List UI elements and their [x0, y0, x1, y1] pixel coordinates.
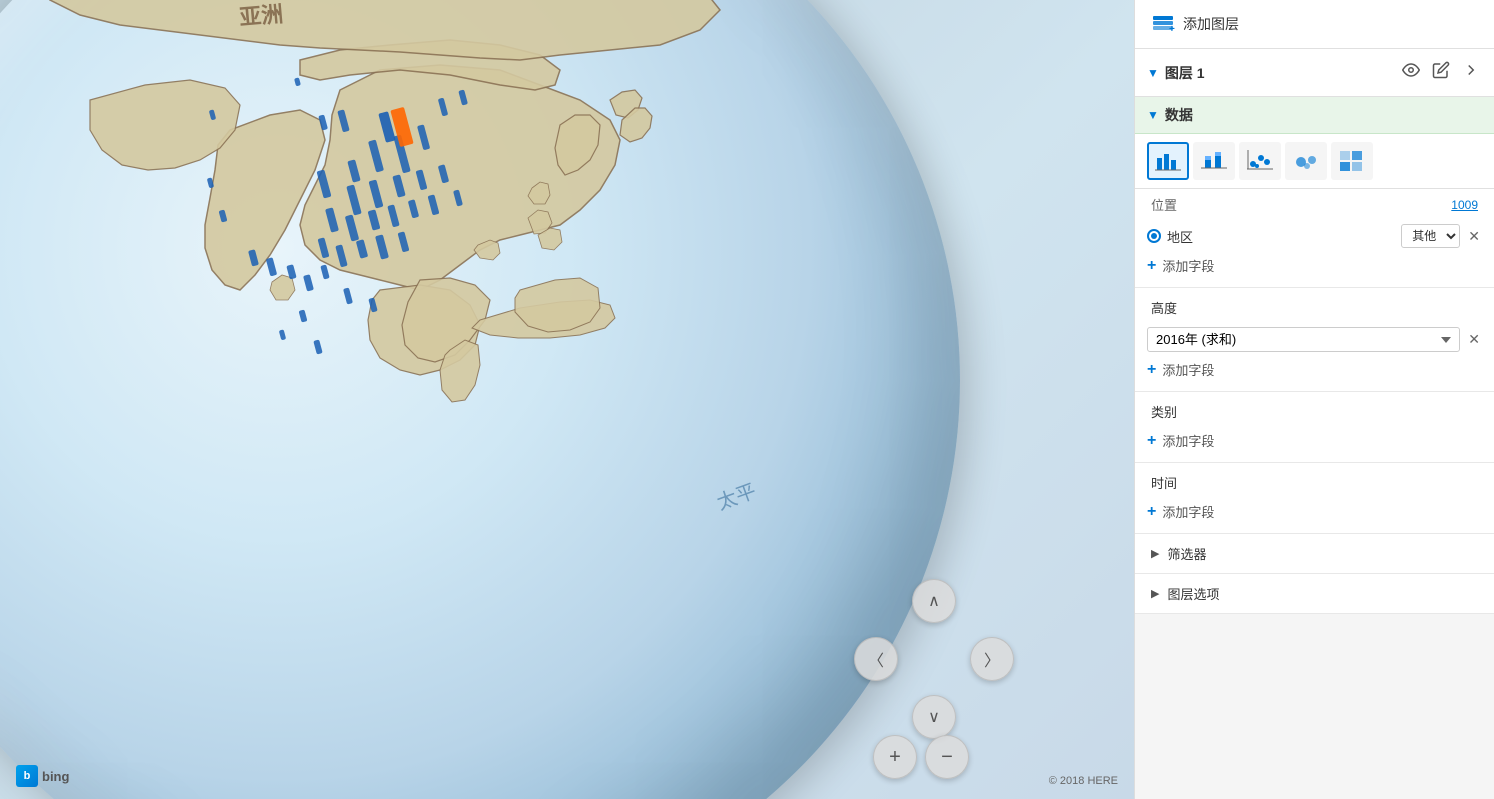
- nav-ring: ∧ 〈 〉 ∨: [854, 579, 1014, 739]
- nav-controls: ∧ 〈 〉 ∨: [854, 579, 1014, 739]
- add-layer-button[interactable]: + 添加图层: [1135, 0, 1494, 49]
- layer-options-label: 图层选项: [1167, 584, 1219, 603]
- add-position-field-button[interactable]: + 添加字段: [1135, 252, 1494, 279]
- position-field-row: 地区 其他 ✕: [1135, 220, 1494, 252]
- zoom-in-button[interactable]: +: [873, 735, 917, 779]
- add-height-plus-icon: +: [1147, 361, 1156, 379]
- time-section: 时间 + 添加字段: [1135, 463, 1494, 534]
- add-category-field-button[interactable]: + 添加字段: [1135, 427, 1494, 454]
- height-field-row: 2016年 (求和) ✕: [1135, 323, 1494, 356]
- position-field-dropdown[interactable]: 其他: [1401, 224, 1460, 248]
- position-label: 位置: [1151, 195, 1177, 214]
- height-section: 高度 2016年 (求和) ✕ + 添加字段: [1135, 288, 1494, 392]
- chart-type-bar: [1135, 134, 1494, 189]
- add-position-field-label: 添加字段: [1162, 256, 1214, 275]
- add-height-field-label: 添加字段: [1162, 360, 1214, 379]
- chart-type-scatter[interactable]: [1239, 142, 1281, 180]
- height-label: 高度: [1135, 288, 1494, 323]
- layer-1-header: ▼ 图层 1: [1135, 49, 1494, 97]
- copyright-text: © 2018 HERE: [1049, 775, 1118, 787]
- bing-label: bing: [42, 769, 69, 784]
- svg-text:太平: 太平: [714, 479, 759, 514]
- add-category-plus-icon: +: [1147, 432, 1156, 450]
- svg-text:亚洲: 亚洲: [238, 1, 284, 30]
- category-label: 类别: [1135, 392, 1494, 427]
- layer-options-arrow: ▶: [1151, 587, 1159, 600]
- data-section: ▼ 数据: [1135, 97, 1494, 134]
- layer-edit-icon[interactable]: [1430, 59, 1452, 86]
- bing-logo: b bing: [16, 765, 69, 787]
- category-section: 类别 + 添加字段: [1135, 392, 1494, 463]
- chart-type-bubble[interactable]: [1285, 142, 1327, 180]
- filter-label: 筛选器: [1167, 544, 1206, 563]
- position-field-name: 地区: [1167, 227, 1395, 246]
- right-panel: + 添加图层 ▼ 图层 1: [1134, 0, 1494, 799]
- chart-type-heatmap[interactable]: [1331, 142, 1373, 180]
- add-category-field-label: 添加字段: [1162, 431, 1214, 450]
- svg-text:+: +: [1169, 24, 1175, 35]
- nav-left-button[interactable]: 〈: [854, 637, 898, 681]
- height-field-select[interactable]: 2016年 (求和): [1147, 327, 1460, 352]
- layer-expand-arrow[interactable]: ▼: [1147, 66, 1159, 80]
- zoom-out-button[interactable]: −: [925, 735, 969, 779]
- chart-type-bar-grouped[interactable]: [1147, 142, 1189, 180]
- data-section-header[interactable]: ▼ 数据: [1135, 97, 1494, 133]
- filter-section: ▶ 筛选器: [1135, 534, 1494, 574]
- filter-header[interactable]: ▶ 筛选器: [1135, 534, 1494, 573]
- layer-more-icon[interactable]: [1460, 59, 1482, 86]
- layer-visibility-icon[interactable]: [1400, 59, 1422, 86]
- time-label: 时间: [1135, 463, 1494, 498]
- filter-arrow: ▶: [1151, 547, 1159, 560]
- position-field-radio[interactable]: [1147, 229, 1161, 243]
- data-section-arrow: ▼: [1147, 108, 1159, 122]
- nav-right-button[interactable]: 〉: [970, 637, 1014, 681]
- chart-type-bar-stacked[interactable]: [1193, 142, 1235, 180]
- add-time-field-label: 添加字段: [1162, 502, 1214, 521]
- position-count[interactable]: 1009: [1451, 198, 1478, 212]
- add-layer-icon: +: [1151, 12, 1175, 36]
- height-field-close[interactable]: ✕: [1466, 329, 1482, 350]
- position-section: 位置 1009 地区 其他 ✕ + 添加字段: [1135, 189, 1494, 288]
- layer-options-section: ▶ 图层选项: [1135, 574, 1494, 614]
- add-height-field-button[interactable]: + 添加字段: [1135, 356, 1494, 383]
- globe-land-svg: 亚洲 太平: [0, 0, 960, 799]
- nav-up-button[interactable]: ∧: [912, 579, 956, 623]
- zoom-controls: + −: [873, 735, 969, 779]
- map-area[interactable]: 亚洲 太平: [0, 0, 1134, 799]
- add-time-field-button[interactable]: + 添加字段: [1135, 498, 1494, 525]
- layer-options-header[interactable]: ▶ 图层选项: [1135, 574, 1494, 613]
- layer-action-icons: [1400, 59, 1482, 86]
- position-field-close[interactable]: ✕: [1466, 226, 1482, 247]
- bing-icon: b: [16, 765, 38, 787]
- nav-down-button[interactable]: ∨: [912, 695, 956, 739]
- layer-title: 图层 1: [1165, 63, 1394, 83]
- position-label-row: 位置 1009: [1135, 189, 1494, 220]
- add-layer-label: 添加图层: [1183, 14, 1239, 34]
- add-plus-icon: +: [1147, 257, 1156, 275]
- add-time-plus-icon: +: [1147, 503, 1156, 521]
- data-section-title: 数据: [1165, 105, 1193, 125]
